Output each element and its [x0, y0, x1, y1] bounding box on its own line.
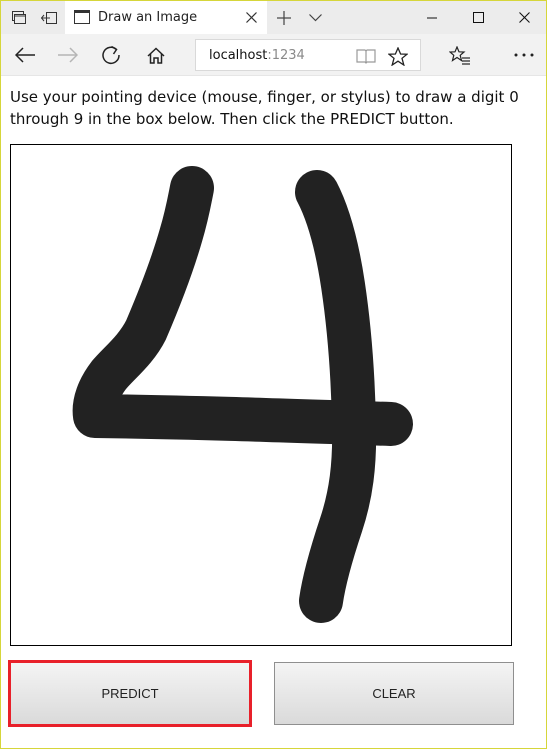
home-icon[interactable]: [134, 34, 178, 76]
address-bar[interactable]: localhost:1234: [195, 39, 421, 71]
favorite-star-icon[interactable]: [386, 44, 410, 68]
navigation-bar: localhost:1234: [1, 34, 546, 76]
reading-view-icon[interactable]: [354, 44, 378, 68]
plus-icon[interactable]: [269, 1, 299, 34]
close-icon[interactable]: [241, 7, 261, 27]
instructions-text: Use your pointing device (mouse, finger,…: [10, 88, 519, 128]
active-tab[interactable]: Draw an Image: [65, 1, 267, 34]
set-aside-tabs-icon[interactable]: [33, 1, 65, 34]
drawing-canvas[interactable]: [10, 144, 512, 646]
predict-highlight-box: [8, 660, 252, 727]
refresh-icon[interactable]: [89, 34, 133, 76]
drawn-digit: [72, 166, 413, 623]
forward-arrow-icon[interactable]: [46, 34, 90, 76]
page-icon: [74, 10, 90, 24]
favorites-hub-icon[interactable]: [438, 34, 482, 76]
url-host: localhost: [209, 48, 268, 63]
back-arrow-icon[interactable]: [3, 34, 47, 76]
close-window-icon[interactable]: [501, 1, 547, 34]
more-icon[interactable]: [502, 34, 546, 76]
browser-window: Draw an Image localhost:1234 Use your po…: [0, 0, 547, 749]
title-bar: Draw an Image: [1, 1, 546, 34]
clear-button[interactable]: CLEAR: [274, 662, 514, 725]
tab-manager-icon[interactable]: [3, 1, 35, 34]
tab-title: Draw an Image: [98, 10, 198, 25]
minimize-icon[interactable]: [409, 1, 455, 34]
maximize-icon[interactable]: [455, 1, 501, 34]
chevron-down-icon[interactable]: [300, 1, 330, 34]
url-port: :1234: [267, 48, 305, 63]
url-text: localhost:1234: [209, 48, 305, 63]
